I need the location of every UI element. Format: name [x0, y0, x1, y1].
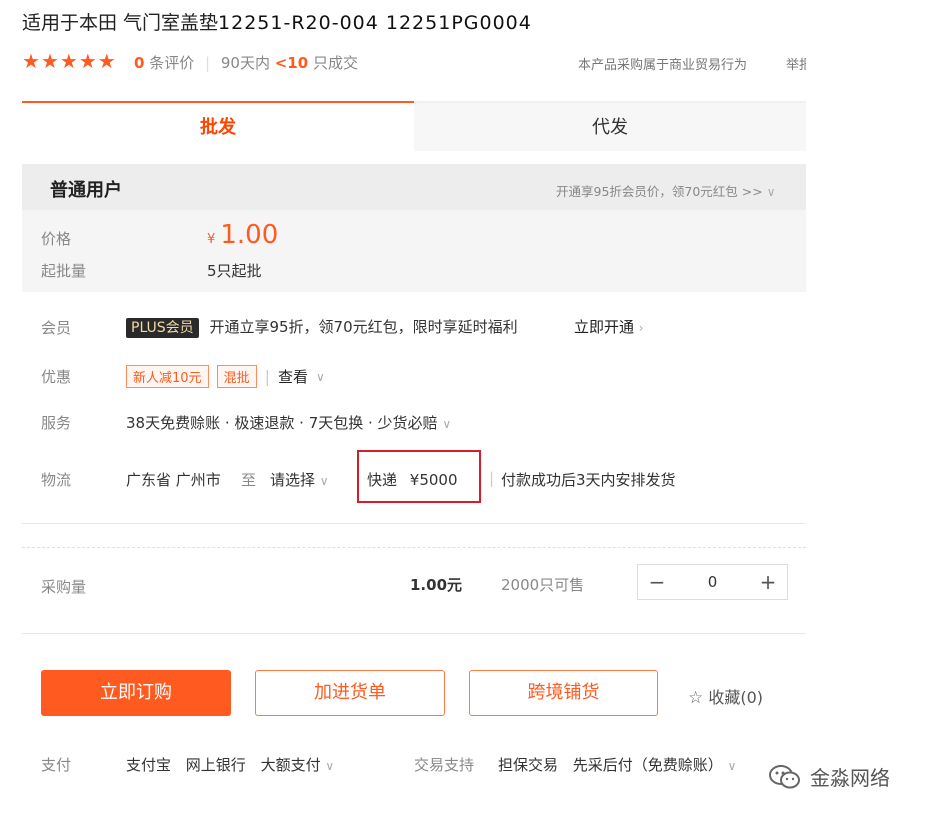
product-code: 12251-R20-004 12251PG0004 — [218, 12, 532, 34]
favorite-label[interactable]: 收藏(0) — [708, 688, 763, 707]
payment-large[interactable]: 大额支付 — [261, 756, 321, 774]
payment-online-bank: 网上银行 — [185, 756, 246, 774]
divider: | — [489, 469, 495, 487]
unit-price: 1.00 — [220, 220, 279, 250]
discount-label: 优惠 — [41, 368, 72, 386]
member-promo-link[interactable]: 开通享95折会员价，领70元红包 >> ∨ — [556, 181, 776, 200]
join-plus-link[interactable]: 立即开通 › — [574, 316, 644, 337]
watermark: 金淼网络 — [768, 762, 890, 791]
price-value: ¥ 1.00 — [207, 220, 278, 250]
discount-tag-new-user[interactable]: 新人减10元 — [126, 365, 209, 388]
chevron-down-icon: ∨ — [727, 759, 737, 773]
quantity-input[interactable]: 0 — [676, 573, 749, 591]
discount-tag-mixed[interactable]: 混批 — [216, 365, 257, 388]
purchase-unit-price: 1.00元 — [410, 576, 463, 594]
price-label: 价格 — [41, 230, 72, 248]
divider: | — [205, 54, 211, 72]
chevron-down-icon: ∨ — [319, 474, 329, 488]
report-link[interactable]: 举报 — [786, 54, 806, 73]
review-count[interactable]: 0 — [134, 54, 144, 72]
discount-row: 新人减10元 混批 | 查看 ∨ — [126, 365, 325, 388]
increment-button[interactable]: + — [749, 570, 787, 594]
trade-pay-later[interactable]: 先采后付（免费赊账） — [573, 756, 723, 774]
stock-available: 2000只可售 — [501, 576, 585, 594]
chevron-down-icon: ∨ — [442, 417, 452, 431]
trade-escrow: 担保交易 — [498, 756, 559, 774]
trade-support-label: 交易支持 — [414, 756, 475, 774]
favorite-button[interactable]: ☆ 收藏(0) — [688, 684, 763, 708]
membership-row: PLUS会员 开通立享95折，领70元红包，限时享延时福利 — [126, 316, 518, 338]
quantity-stepper: − 0 + — [637, 564, 788, 600]
membership-label: 会员 — [41, 319, 72, 337]
sales-count: <10 — [274, 54, 309, 72]
sales-suffix: 只成交 — [312, 54, 358, 72]
chevron-down-icon: ∨ — [315, 369, 325, 384]
purchase-qty-label: 采购量 — [41, 578, 87, 596]
sales-period: 90天内 — [220, 54, 270, 72]
divider: | — [264, 367, 270, 386]
trade-notice: 本产品采购属于商业贸易行为 — [578, 58, 748, 73]
tab-bar: 批发 代发 — [22, 101, 806, 151]
section-divider — [22, 633, 806, 634]
shipping-fee: 快递 ¥5000 — [367, 469, 458, 490]
user-type: 普通用户 — [50, 180, 122, 201]
trade-support: 担保交易 先采后付（免费赊账） ∨ — [498, 754, 736, 775]
tab-dropship[interactable]: 代发 — [414, 101, 806, 151]
view-discounts-link[interactable]: 查看 — [278, 366, 308, 387]
buy-now-button[interactable]: 立即订购 — [41, 670, 231, 716]
cross-border-button[interactable]: 跨境铺货 — [469, 670, 658, 716]
shipping-method: 快递 — [367, 471, 398, 489]
chevron-down-icon: ∨ — [325, 759, 335, 773]
membership-text: 开通立享95折，领70元红包，限时享延时福利 — [209, 318, 518, 336]
destination-select[interactable]: 请选择 ∨ — [270, 469, 329, 490]
ship-from: 广东省 广州市 — [126, 471, 221, 489]
plus-badge: PLUS会员 — [126, 318, 199, 338]
product-title: 适用于本田 气门室盖垫12251-R20-004 12251PG0004 — [22, 8, 532, 35]
join-plus-text[interactable]: 立即开通 — [574, 318, 634, 336]
watermark-text: 金淼网络 — [810, 766, 890, 790]
review-count-suffix[interactable]: 条评价 — [149, 54, 194, 72]
chevron-right-icon: › — [638, 321, 644, 335]
star-icon: ★ — [40, 49, 59, 73]
service-label: 服务 — [41, 414, 72, 432]
star-icon: ★ — [59, 49, 78, 73]
shipping-fee-value: ¥5000 — [409, 471, 458, 489]
wechat-icon — [769, 764, 800, 788]
payment-label: 支付 — [41, 756, 72, 774]
service-list[interactable]: 38天免费赊账 · 极速退款 · 7天包换 · 少货必赔 ∨ — [126, 412, 451, 433]
ship-to-label: 至 — [241, 471, 257, 489]
dashed-divider — [22, 547, 806, 548]
service-text[interactable]: 38天免费赊账 · 极速退款 · 7天包换 · 少货必赔 — [126, 414, 438, 432]
member-promo-text[interactable]: 开通享95折会员价，领70元红包 >> — [556, 184, 763, 199]
payment-methods: 支付宝 网上银行 大额支付 ∨ — [126, 754, 334, 775]
dispatch-note: 付款成功后3天内安排发货 — [501, 471, 676, 489]
star-icon: ★ — [97, 49, 116, 73]
min-order-value: 5只起批 — [207, 262, 262, 280]
payment-alipay: 支付宝 — [126, 756, 172, 774]
chevron-down-icon: ∨ — [766, 185, 776, 199]
tab-wholesale[interactable]: 批发 — [22, 101, 414, 151]
star-icon: ★ — [78, 49, 97, 73]
min-order-label: 起批量 — [41, 262, 87, 280]
star-icon: ★ — [22, 49, 40, 73]
section-divider — [22, 523, 806, 524]
destination-select-text[interactable]: 请选择 — [270, 471, 315, 489]
star-outline-icon: ☆ — [688, 688, 704, 708]
logistics-label: 物流 — [41, 471, 72, 489]
add-to-cart-button[interactable]: 加进货单 — [255, 670, 445, 716]
decrement-button[interactable]: − — [638, 570, 676, 594]
rating-stars: ★ ★ ★ ★ ★ — [22, 49, 116, 73]
product-title-text: 适用于本田 气门室盖垫 — [22, 12, 219, 34]
review-summary: 0 条评价 | 90天内 <10 只成交 — [134, 52, 358, 73]
currency-symbol: ¥ — [207, 232, 216, 247]
